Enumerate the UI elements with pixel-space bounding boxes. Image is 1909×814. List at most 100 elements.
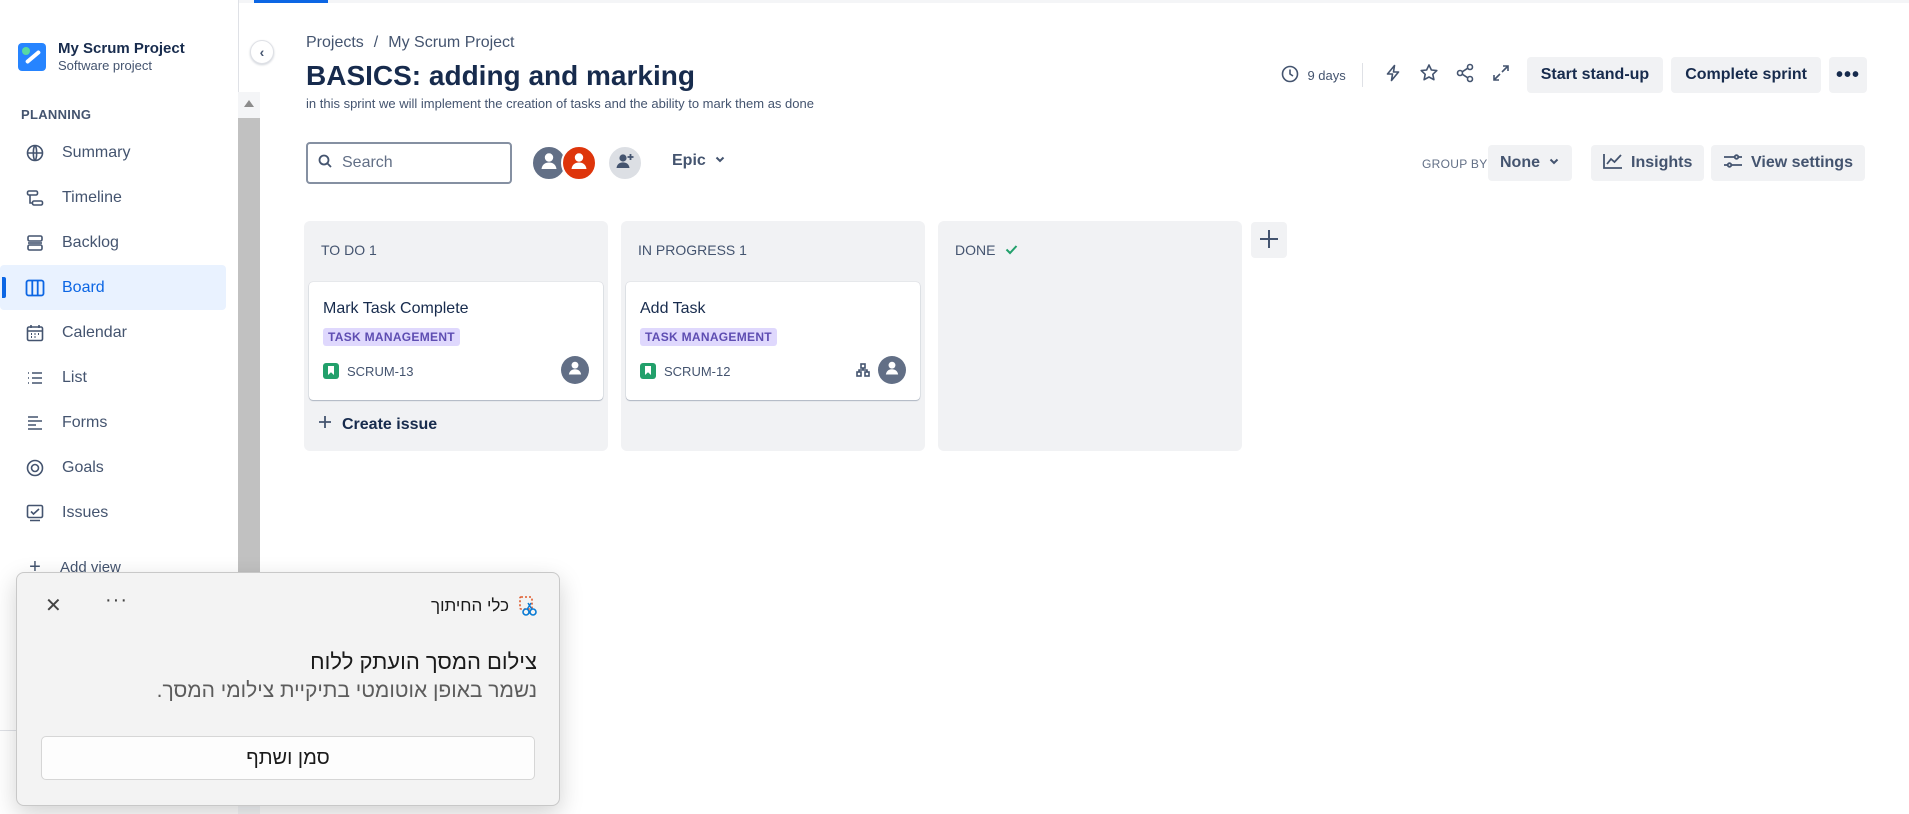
search-field[interactable] <box>306 142 512 184</box>
header-actions: 9 days Start stand-up Complete sprint ••… <box>1281 57 1867 93</box>
close-icon: ✕ <box>45 595 62 617</box>
timeline-icon <box>24 187 46 209</box>
chart-line-icon <box>1603 153 1623 174</box>
days-remaining-label: 9 days <box>1307 67 1346 83</box>
hidden-divider <box>0 730 16 731</box>
notification-subtitle: נשמר באופן אוטומטי בתיקיית צילומי המסך. <box>156 679 537 702</box>
epic-lozenge[interactable]: TASK MANAGEMENT <box>323 328 460 346</box>
board-column-todo: TO DO 1 Mark Task Complete TASK MANAGEME… <box>304 221 608 451</box>
sidebar-item-summary[interactable]: Summary <box>0 130 226 175</box>
goals-icon <box>24 457 46 479</box>
forms-icon <box>24 412 46 434</box>
start-standup-button[interactable]: Start stand-up <box>1526 57 1664 93</box>
chevron-down-icon <box>714 152 726 170</box>
sidebar-item-label: List <box>62 368 87 386</box>
add-people-button[interactable] <box>607 145 643 181</box>
chevron-down-icon <box>1548 154 1560 172</box>
notification-app-name: כלי החיתוך <box>430 596 509 615</box>
sidebar-item-label: Calendar <box>62 323 127 341</box>
sliders-icon <box>1723 153 1743 174</box>
sidebar-item-board[interactable]: Board <box>0 265 226 310</box>
project-type: Software project <box>58 58 152 73</box>
column-title: DONE <box>955 242 996 258</box>
child-issues-icon[interactable] <box>856 363 870 382</box>
avatar[interactable] <box>561 356 589 384</box>
project-logo-icon <box>18 42 46 71</box>
epic-filter[interactable]: Epic <box>672 152 726 170</box>
sidebar-nav: Summary Timeline Backlog Board Calendar … <box>0 130 226 535</box>
clock-icon <box>1281 65 1299 86</box>
breadcrumb-separator: / <box>373 34 379 51</box>
plus-icon <box>318 415 332 434</box>
sidebar-item-goals[interactable]: Goals <box>0 445 226 490</box>
insights-button[interactable]: Insights <box>1591 145 1705 181</box>
view-settings-button[interactable]: View settings <box>1711 145 1865 181</box>
collapse-sidebar-button[interactable]: ‹ <box>250 40 274 64</box>
insights-label: Insights <box>1631 154 1693 171</box>
check-icon <box>1005 242 1018 258</box>
header-divider <box>1361 63 1363 87</box>
notification-close-button[interactable]: ✕ <box>45 593 62 618</box>
planning-section-label: PLANNING <box>21 107 92 122</box>
sidebar-item-list[interactable]: List <box>0 355 226 400</box>
epic-lozenge[interactable]: TASK MANAGEMENT <box>640 328 777 346</box>
board-column-in-progress: IN PROGRESS 1 Add Task TASK MANAGEMENT S… <box>621 221 925 451</box>
create-issue-button[interactable]: Create issue <box>318 415 437 434</box>
sidebar-item-timeline[interactable]: Timeline <box>0 175 226 220</box>
days-remaining[interactable]: 9 days <box>1281 65 1346 86</box>
sidebar-item-label: Timeline <box>62 188 122 206</box>
notification-more-button[interactable]: ··· <box>105 589 128 612</box>
plus-icon <box>1259 224 1279 256</box>
project-header[interactable]: My Scrum Project Software project <box>18 40 185 73</box>
issue-key-label: SCRUM-12 <box>664 363 731 379</box>
project-name: My Scrum Project <box>58 40 185 57</box>
avatar[interactable] <box>878 356 906 384</box>
search-icon <box>318 154 332 173</box>
avatar[interactable] <box>561 145 597 181</box>
sprint-goal: in this sprint we will implement the cre… <box>306 96 814 111</box>
markup-and-share-button[interactable]: סמן ושתף <box>41 736 535 780</box>
breadcrumb-project[interactable]: My Scrum Project <box>388 34 514 52</box>
group-by-select[interactable]: None <box>1488 145 1572 181</box>
share-icon <box>1455 63 1475 88</box>
user-icon <box>568 150 590 177</box>
more-actions-button[interactable]: ••• <box>1829 57 1867 93</box>
group-by-value: None <box>1500 154 1540 171</box>
automation-button[interactable] <box>1375 57 1411 93</box>
top-progress-active <box>254 0 328 3</box>
sidebar-item-issues[interactable]: Issues <box>0 490 226 535</box>
view-settings-label: View settings <box>1751 154 1853 171</box>
snipping-tool-notification[interactable]: כלי החיתוך ··· ✕ צילום המסך הועתק ללוח נ… <box>16 572 560 806</box>
star-icon <box>1419 63 1439 88</box>
issue-card[interactable]: Mark Task Complete TASK MANAGEMENT SCRUM… <box>309 282 603 400</box>
fullscreen-button[interactable] <box>1483 57 1519 93</box>
user-icon <box>566 359 584 382</box>
complete-sprint-button[interactable]: Complete sprint <box>1671 57 1821 93</box>
epic-filter-label: Epic <box>672 152 706 169</box>
sidebar-item-calendar[interactable]: Calendar <box>0 310 226 355</box>
issue-card[interactable]: Add Task TASK MANAGEMENT SCRUM-12 <box>626 282 920 400</box>
calendar-icon <box>24 322 46 344</box>
user-icon <box>538 150 560 177</box>
column-title: IN PROGRESS 1 <box>638 242 747 258</box>
more-icon: ··· <box>105 589 128 611</box>
column-header: DONE <box>955 242 1018 258</box>
add-column-button[interactable] <box>1251 222 1287 258</box>
story-icon <box>323 363 339 379</box>
group-by-label: GROUP BY <box>1422 157 1488 171</box>
breadcrumb-projects[interactable]: Projects <box>306 34 364 52</box>
sidebar-item-forms[interactable]: Forms <box>0 400 226 445</box>
scrollbar-thumb[interactable] <box>238 118 260 578</box>
globe-icon <box>24 142 46 164</box>
share-button[interactable] <box>1447 57 1483 93</box>
sidebar-item-backlog[interactable]: Backlog <box>0 220 226 265</box>
issue-key[interactable]: SCRUM-12 <box>640 363 730 379</box>
star-button[interactable] <box>1411 57 1447 93</box>
scroll-up-arrow-icon[interactable] <box>244 100 254 107</box>
card-title: Add Task <box>640 300 706 317</box>
issue-key[interactable]: SCRUM-13 <box>323 363 413 379</box>
user-icon <box>883 359 901 382</box>
create-issue-label: Create issue <box>342 415 438 433</box>
search-input[interactable] <box>342 154 492 172</box>
issues-icon <box>24 502 46 524</box>
